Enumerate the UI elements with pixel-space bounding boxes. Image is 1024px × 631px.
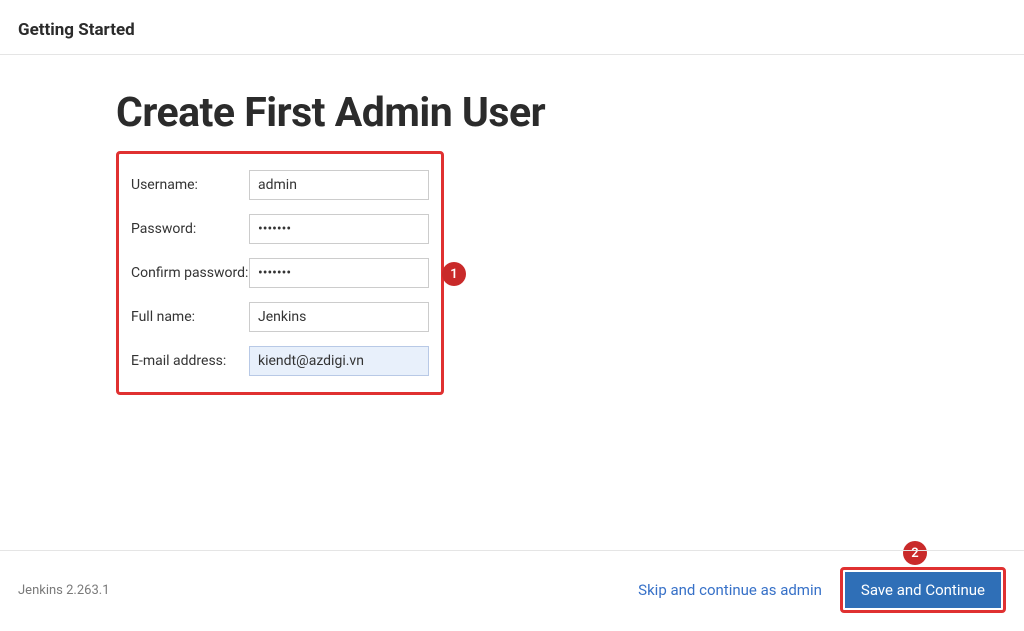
header-title: Getting Started bbox=[18, 20, 1006, 40]
label-fullname: Full name: bbox=[131, 309, 249, 325]
row-username: Username: bbox=[131, 170, 429, 200]
save-continue-button[interactable]: Save and Continue bbox=[845, 572, 1001, 608]
page-title: Create First Admin User bbox=[116, 89, 1024, 137]
row-confirm-password: Confirm password: bbox=[131, 258, 429, 288]
row-password: Password: bbox=[131, 214, 429, 244]
label-username: Username: bbox=[131, 177, 249, 193]
header: Getting Started bbox=[0, 0, 1024, 55]
save-button-highlight: Save and Continue bbox=[840, 567, 1006, 613]
skip-continue-link[interactable]: Skip and continue as admin bbox=[638, 581, 822, 599]
input-confirm-password[interactable] bbox=[249, 258, 429, 288]
form-wrap: Username: Password: Confirm password: Fu… bbox=[116, 151, 444, 395]
row-email: E-mail address: bbox=[131, 346, 429, 376]
input-username[interactable] bbox=[249, 170, 429, 200]
footer: Jenkins 2.263.1 Skip and continue as adm… bbox=[0, 550, 1024, 631]
callout-badge-1: 1 bbox=[442, 262, 466, 286]
label-confirm-password: Confirm password: bbox=[131, 265, 249, 281]
input-password[interactable] bbox=[249, 214, 429, 244]
admin-user-form: Username: Password: Confirm password: Fu… bbox=[116, 151, 444, 395]
label-email: E-mail address: bbox=[131, 353, 249, 369]
row-fullname: Full name: bbox=[131, 302, 429, 332]
main-content: Create First Admin User Username: Passwo… bbox=[0, 55, 1024, 395]
input-fullname[interactable] bbox=[249, 302, 429, 332]
input-email[interactable] bbox=[249, 346, 429, 376]
label-password: Password: bbox=[131, 221, 249, 237]
footer-version: Jenkins 2.263.1 bbox=[18, 583, 110, 598]
footer-actions: Skip and continue as admin Save and Cont… bbox=[638, 567, 1006, 613]
